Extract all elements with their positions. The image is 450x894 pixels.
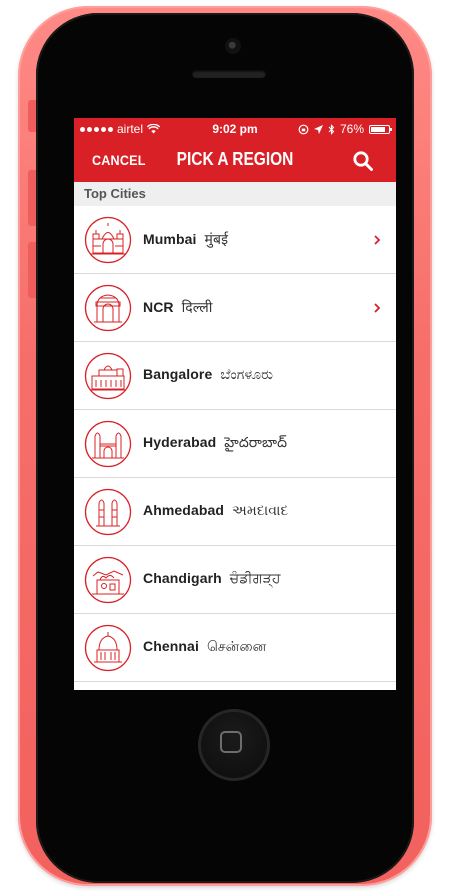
ahmedabad-landmark-icon — [84, 488, 132, 536]
hyderabad-landmark-icon — [84, 420, 132, 468]
city-row-chandigarh[interactable]: Chandigarh ਚੰਡੀਗੜ੍ਹ — [74, 546, 396, 614]
home-button[interactable] — [198, 709, 270, 781]
mumbai-landmark-icon — [84, 216, 132, 264]
search-button[interactable] — [352, 150, 374, 172]
city-label: Bangalore ಬೆಂಗಳೂರು — [143, 366, 274, 383]
city-label: Mumbai मुंबई — [143, 231, 229, 248]
page-title: PICK A REGION — [176, 149, 294, 169]
city-list: Mumbai मुंबई NCR दिल्ली Bangalore ಬೆಂಗಳೂ… — [74, 206, 396, 682]
city-label: Ahmedabad અમદાવાદ — [143, 502, 289, 519]
chandigarh-landmark-icon — [84, 556, 132, 604]
city-row-ncr[interactable]: NCR दिल्ली — [74, 274, 396, 342]
ncr-landmark-icon — [84, 284, 132, 332]
battery-percentage: 76% — [339, 122, 364, 136]
city-row-hyderabad[interactable]: Hyderabad హైదరాబాద్ — [74, 410, 396, 478]
city-label: NCR दिल्ली — [143, 299, 213, 316]
status-bar: airtel 9:02 pm 76% — [74, 118, 396, 140]
app-screen: airtel 9:02 pm 76% CANCEL PICK A REGION … — [74, 118, 396, 690]
bangalore-landmark-icon — [84, 352, 132, 400]
section-header-top-cities: Top Cities — [74, 182, 396, 206]
camera-icon — [225, 38, 241, 54]
city-row-ahmedabad[interactable]: Ahmedabad અમદાવાદ — [74, 478, 396, 546]
navigation-bar: CANCEL PICK A REGION — [74, 140, 396, 182]
chennai-landmark-icon — [84, 624, 132, 672]
search-icon — [353, 151, 373, 171]
home-button-icon — [220, 731, 242, 753]
city-label: Hyderabad హైదరాబాద్ — [143, 434, 288, 451]
location-arrow-icon — [313, 124, 323, 134]
status-right: 76% — [298, 122, 392, 136]
bluetooth-icon — [328, 123, 335, 135]
city-row-chennai[interactable]: Chennai சென்னை — [74, 614, 396, 682]
battery-icon — [369, 124, 392, 134]
speaker-grille — [192, 70, 266, 78]
city-row-bangalore[interactable]: Bangalore ಬೆಂಗಳೂರು — [74, 342, 396, 410]
chevron-right-icon — [374, 303, 381, 313]
city-label: Chennai சென்னை — [143, 638, 267, 655]
rotation-lock-icon — [298, 124, 309, 134]
chevron-right-icon — [374, 235, 381, 245]
city-label: Chandigarh ਚੰਡੀਗੜ੍ਹ — [143, 570, 281, 587]
city-row-mumbai[interactable]: Mumbai मुंबई — [74, 206, 396, 274]
